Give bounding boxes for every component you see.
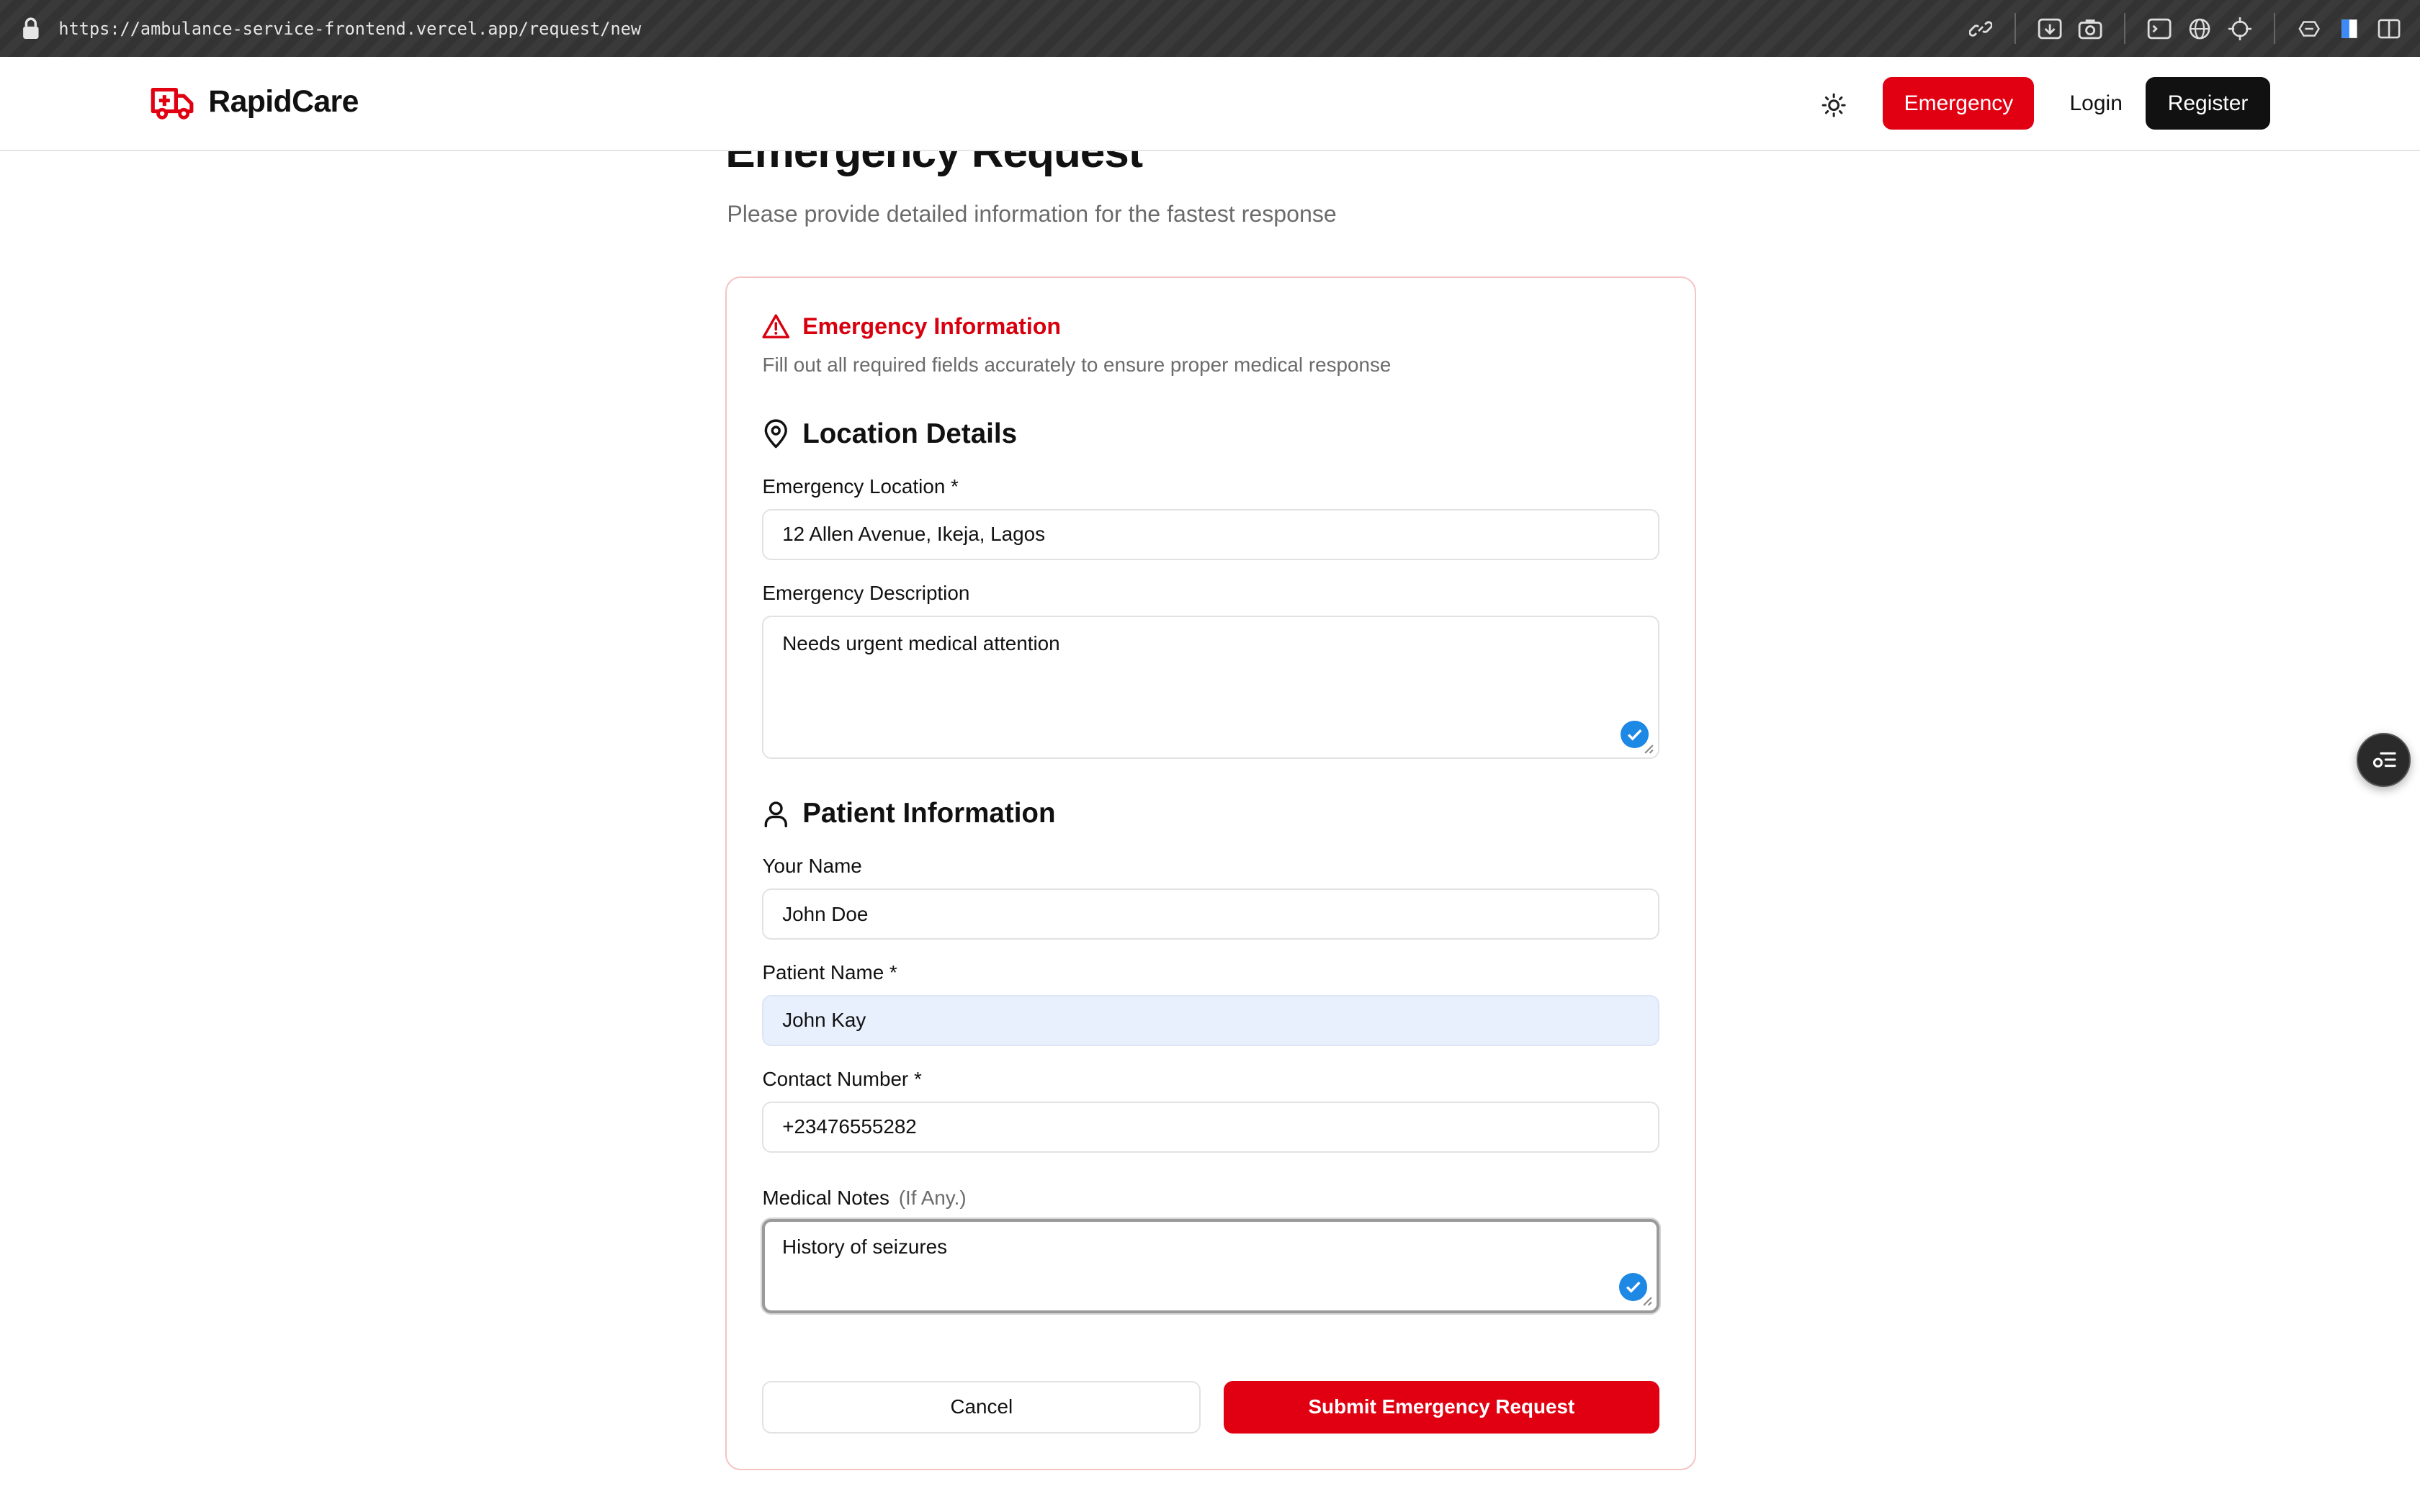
card-title: Emergency Information: [802, 312, 1061, 339]
address-bar[interactable]: https://ambulance-service-frontend.verce…: [58, 19, 641, 39]
sun-icon: [1821, 93, 1846, 117]
crosshair-icon[interactable]: [2227, 17, 2251, 41]
emergency-form-card: Emergency Information Fill out all requi…: [725, 276, 1696, 1470]
viewport: https://ambulance-service-frontend.verce…: [0, 0, 2420, 1512]
medical-notes-textarea[interactable]: History of seizures: [762, 1218, 1659, 1313]
toolbar-divider: [2273, 13, 2275, 45]
globe-icon[interactable]: [2187, 17, 2212, 41]
card-header: Emergency Information: [762, 313, 1061, 340]
emergency-location-label: Emergency Location *: [762, 474, 959, 498]
medical-notes-hint: (If Any.): [898, 1186, 967, 1209]
user-icon: [765, 801, 788, 827]
login-button[interactable]: Login: [2053, 77, 2139, 130]
extensions-icon[interactable]: [2297, 17, 2321, 41]
contact-number-input[interactable]: +23476555282: [762, 1101, 1659, 1153]
patient-name-input[interactable]: John Kay: [762, 995, 1659, 1046]
floating-assistant-button[interactable]: [2357, 732, 2411, 787]
brand-name: RapidCare: [208, 84, 359, 119]
medical-notes-value: History of seizures: [782, 1236, 948, 1259]
emergency-location-value: 12 Allen Avenue, Ikeja, Lagos: [782, 523, 1046, 546]
lock-icon: [23, 17, 39, 39]
toolbar-divider: [2014, 13, 2016, 45]
resize-handle-icon[interactable]: [1644, 744, 1654, 755]
your-name-value: John Doe: [782, 902, 869, 925]
warning-triangle-icon: [762, 314, 790, 339]
brand-logo[interactable]: RapidCare: [150, 84, 359, 120]
emergency-description-textarea[interactable]: Needs urgent medical attention: [762, 615, 1659, 760]
screen-capture-icon[interactable]: [2038, 17, 2062, 41]
list-settings-icon: [2372, 752, 2396, 768]
contact-number-value: +23476555282: [782, 1115, 917, 1138]
patient-name-label: Patient Name *: [762, 960, 897, 984]
contact-number-label: Contact Number *: [762, 1067, 922, 1090]
emergency-description-value: Needs urgent medical attention: [782, 632, 1060, 655]
bookmark-icon[interactable]: [2337, 17, 2362, 41]
patient-section-title: Patient Information: [802, 797, 1056, 829]
theme-toggle-button[interactable]: [1815, 86, 1852, 123]
emergency-button[interactable]: Emergency: [1883, 77, 2035, 130]
sidebar-icon[interactable]: [2377, 17, 2401, 41]
site-navbar: RapidCare Emergency Login Register: [0, 57, 2420, 151]
camera-icon[interactable]: [2078, 17, 2102, 41]
patient-section-header: Patient Information: [762, 797, 1056, 829]
your-name-label: Your Name: [762, 855, 862, 878]
emergency-description-label: Emergency Description: [762, 581, 970, 604]
emergency-location-input[interactable]: 12 Allen Avenue, Ikeja, Lagos: [762, 509, 1659, 560]
patient-name-value: John Kay: [782, 1009, 866, 1032]
browser-tools: [1968, 0, 2402, 57]
medical-notes-label-text: Medical Notes: [762, 1186, 889, 1209]
your-name-input[interactable]: John Doe: [762, 888, 1659, 940]
link-icon[interactable]: [1968, 17, 1993, 41]
card-description: Fill out all required fields accurately …: [762, 353, 1392, 376]
resize-handle-icon[interactable]: [1642, 1296, 1653, 1307]
ambulance-icon: [151, 87, 194, 120]
medical-notes-label: Medical Notes (If Any.): [762, 1187, 966, 1210]
terminal-icon[interactable]: [2147, 17, 2172, 41]
map-pin-icon: [765, 419, 788, 449]
browser-toolbar: https://ambulance-service-frontend.verce…: [0, 0, 2420, 58]
page-subtitle: Please provide detailed information for …: [727, 200, 1337, 227]
register-button[interactable]: Register: [2145, 77, 2271, 130]
cancel-button[interactable]: Cancel: [762, 1380, 1201, 1434]
toolbar-divider: [2123, 13, 2126, 45]
location-section-header: Location Details: [762, 418, 1017, 450]
location-section-title: Location Details: [802, 418, 1018, 449]
submit-emergency-request-button[interactable]: Submit Emergency Request: [1224, 1380, 1659, 1434]
